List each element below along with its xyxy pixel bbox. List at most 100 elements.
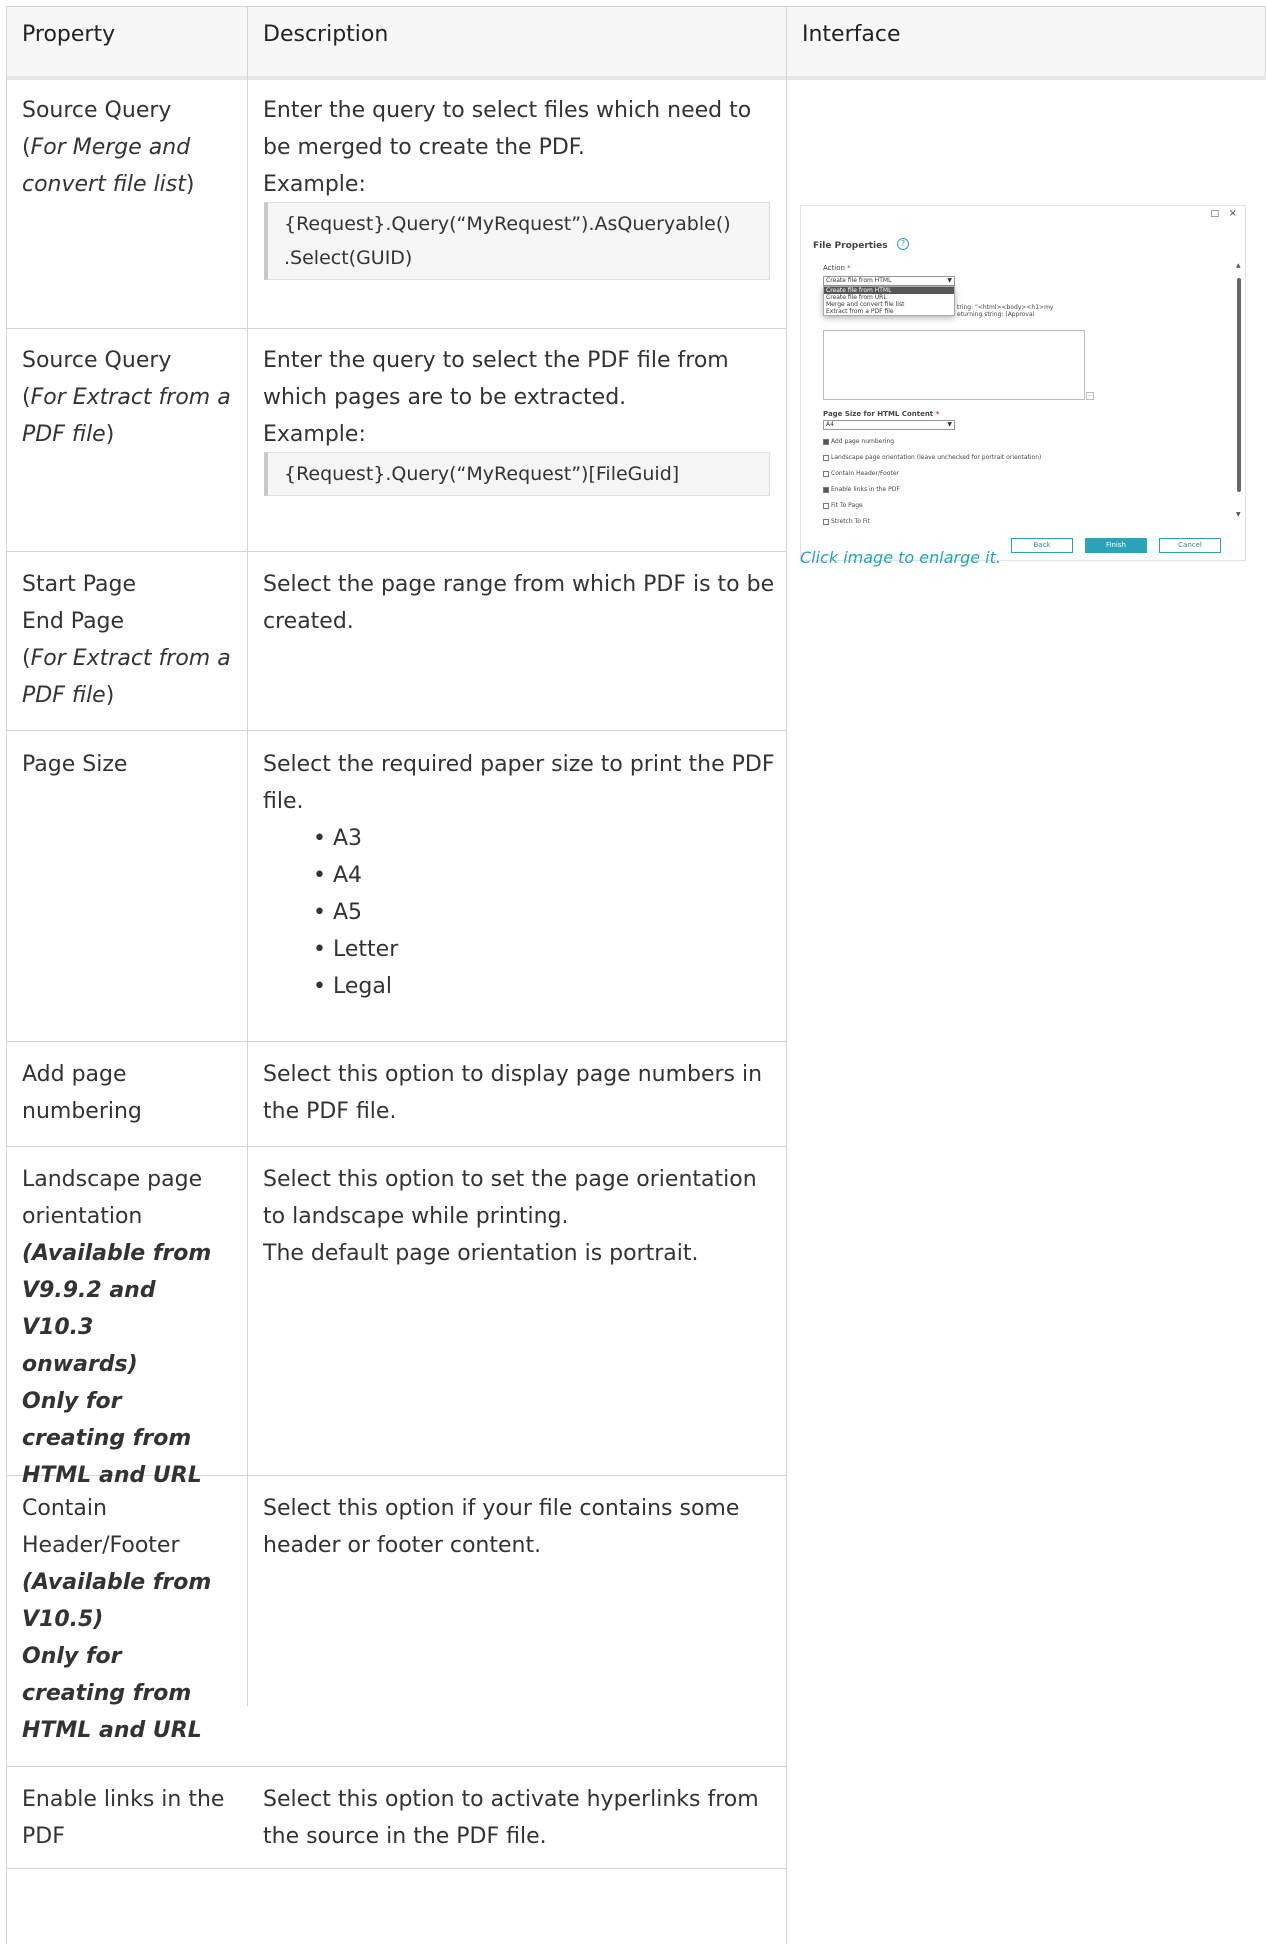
description-text: The default page orientation is portrait… — [263, 1241, 699, 1266]
header-description: Description — [263, 22, 389, 47]
dialog-title: File Properties — [813, 241, 888, 251]
dropdown-option[interactable]: Extract from a PDF file — [824, 308, 954, 315]
expand-icon[interactable]: … — [1086, 392, 1094, 400]
property-cell: Enable links in the PDF — [22, 1781, 237, 1855]
description-text: Select this option to display page numbe… — [263, 1062, 763, 1124]
row-divider — [6, 551, 786, 552]
column-divider-1 — [247, 6, 248, 1706]
maximize-icon[interactable]: □ — [1210, 209, 1219, 219]
dropdown-option[interactable]: Create file from URL — [824, 294, 954, 301]
header-property: Property — [22, 22, 116, 47]
header-interface: Interface — [802, 22, 901, 47]
property-cell: Source Query (For Merge and convert file… — [22, 92, 242, 203]
hint-text: tring: "<html><body><h1>my — [957, 304, 1054, 311]
scrollbar[interactable]: ▲ ▼ — [1236, 262, 1241, 518]
property-name: Source Query — [22, 348, 172, 373]
row-divider — [6, 730, 786, 731]
example-label: Example: — [263, 172, 366, 197]
property-name: Page Size — [22, 752, 128, 777]
chevron-down-icon: ▼ — [947, 277, 952, 284]
finish-button[interactable]: Finish — [1085, 538, 1147, 553]
description-text: Enter the query to select the PDF file f… — [263, 348, 729, 410]
list-item: A5 — [313, 894, 783, 931]
description-text: Select this option to activate hyperlink… — [263, 1787, 759, 1849]
property-name: Landscape page orientation — [22, 1167, 203, 1229]
checkbox-header-footer[interactable]: Contain Header/Footer — [823, 470, 899, 477]
file-properties-screenshot[interactable]: □ × File Properties ? Action * Create fi… — [800, 205, 1246, 561]
table-header: Property Description Interface — [6, 6, 1266, 80]
row-divider — [6, 1146, 786, 1147]
row-divider — [6, 328, 786, 329]
table-border-top — [6, 6, 1266, 7]
action-label: Action * — [823, 264, 851, 272]
back-button[interactable]: Back — [1011, 538, 1073, 553]
dropdown-option[interactable]: Merge and convert file list — [824, 301, 954, 308]
property-cell: Start Page End Page (For Extract from a … — [22, 566, 242, 714]
description-cell: Enter the query to select the PDF file f… — [263, 342, 783, 453]
action-dropdown[interactable]: Create file from HTML Create file from U… — [823, 286, 955, 316]
description-cell: Enter the query to select files which ne… — [263, 92, 783, 203]
property-name: Start Page — [22, 572, 136, 597]
property-note: (For Extract from a PDF file) — [22, 646, 231, 708]
hint-text: eturning string: (Approval — [957, 311, 1035, 318]
description-cell: Select the required paper size to print … — [263, 746, 783, 1005]
property-name: Contain Header/Footer — [22, 1496, 180, 1558]
description-text: Select the page range from which PDF is … — [263, 572, 775, 634]
property-cell: Source Query (For Extract from a PDF fil… — [22, 342, 242, 453]
description-text: Select the required paper size to print … — [263, 752, 775, 814]
property-cell: Contain Header/Footer (Available from V1… — [22, 1490, 212, 1749]
description-cell: Select this option to display page numbe… — [263, 1056, 783, 1130]
property-cell: Page Size — [22, 746, 242, 783]
checkbox-landscape[interactable]: Landscape page orientation (leave unchec… — [823, 454, 1041, 461]
row-divider — [6, 1041, 786, 1042]
property-name: End Page — [22, 609, 125, 634]
row-divider — [6, 1766, 786, 1767]
code-example: {Request}.Query(“MyRequest”).AsQueryable… — [264, 202, 770, 280]
description-text: Enter the query to select files which ne… — [263, 98, 752, 160]
description-cell: Select the page range from which PDF is … — [263, 566, 783, 640]
code-example: {Request}.Query(“MyRequest”)[FileGuid] — [264, 452, 770, 496]
list-item: A3 — [313, 820, 783, 857]
action-select[interactable]: Create file from HTML ▼ — [823, 276, 955, 286]
property-cell: Add page numbering — [22, 1056, 202, 1130]
property-note: (For Extract from a PDF file) — [22, 385, 231, 447]
checkbox-add-page-numbering[interactable]: Add page numbering — [823, 438, 894, 445]
list-item: A4 — [313, 857, 783, 894]
row-divider — [6, 1868, 786, 1869]
description-text: Select this option to set the page orien… — [263, 1167, 757, 1229]
page-size-label: Page Size for HTML Content * — [823, 410, 940, 418]
property-name: Add page numbering — [22, 1062, 142, 1124]
description-cell: Select this option if your file contains… — [263, 1490, 783, 1564]
scope-note: Only for creating from HTML and URL — [22, 1644, 202, 1743]
chevron-down-icon: ▼ — [947, 421, 952, 428]
table-border-left — [6, 6, 7, 1944]
scroll-down-icon[interactable]: ▼ — [1236, 511, 1241, 518]
question-circle-icon[interactable]: ? — [897, 238, 909, 250]
column-divider-2 — [786, 6, 787, 1944]
availability-note: (Available from V9.9.2 and V10.3 onwards… — [22, 1241, 212, 1377]
property-cell: Landscape page orientation (Available fr… — [22, 1161, 212, 1494]
checkbox-enable-links[interactable]: Enable links in the PDF — [823, 486, 900, 493]
property-name: Source Query — [22, 98, 172, 123]
list-item: Letter — [313, 931, 783, 968]
html-content-textarea[interactable] — [823, 330, 1085, 400]
close-icon[interactable]: × — [1229, 208, 1237, 219]
description-text: Select this option if your file contains… — [263, 1496, 740, 1558]
page-size-select[interactable]: A4 ▼ — [823, 420, 955, 430]
scroll-up-icon[interactable]: ▲ — [1236, 262, 1241, 269]
property-note: (For Merge and convert file list) — [22, 135, 195, 197]
property-name: Enable links in the PDF — [22, 1787, 225, 1849]
page-size-list: A3 A4 A5 Letter Legal — [263, 820, 783, 1005]
availability-note: (Available from V10.5) — [22, 1570, 212, 1632]
scope-note: Only for creating from HTML and URL — [22, 1389, 202, 1488]
checkbox-stretch-to-fit[interactable]: Stretch To Fit — [823, 518, 870, 525]
enlarge-image-link[interactable]: Click image to enlarge it. — [800, 548, 1001, 567]
description-cell: Select this option to activate hyperlink… — [263, 1781, 783, 1855]
list-item: Legal — [313, 968, 783, 1005]
checkbox-fit-to-page[interactable]: Fit To Page — [823, 502, 863, 509]
cancel-button[interactable]: Cancel — [1159, 538, 1221, 553]
example-label: Example: — [263, 422, 366, 447]
dropdown-option[interactable]: Create file from HTML — [824, 287, 954, 294]
description-cell: Select this option to set the page orien… — [263, 1161, 783, 1272]
scrollbar-thumb[interactable] — [1237, 278, 1241, 492]
